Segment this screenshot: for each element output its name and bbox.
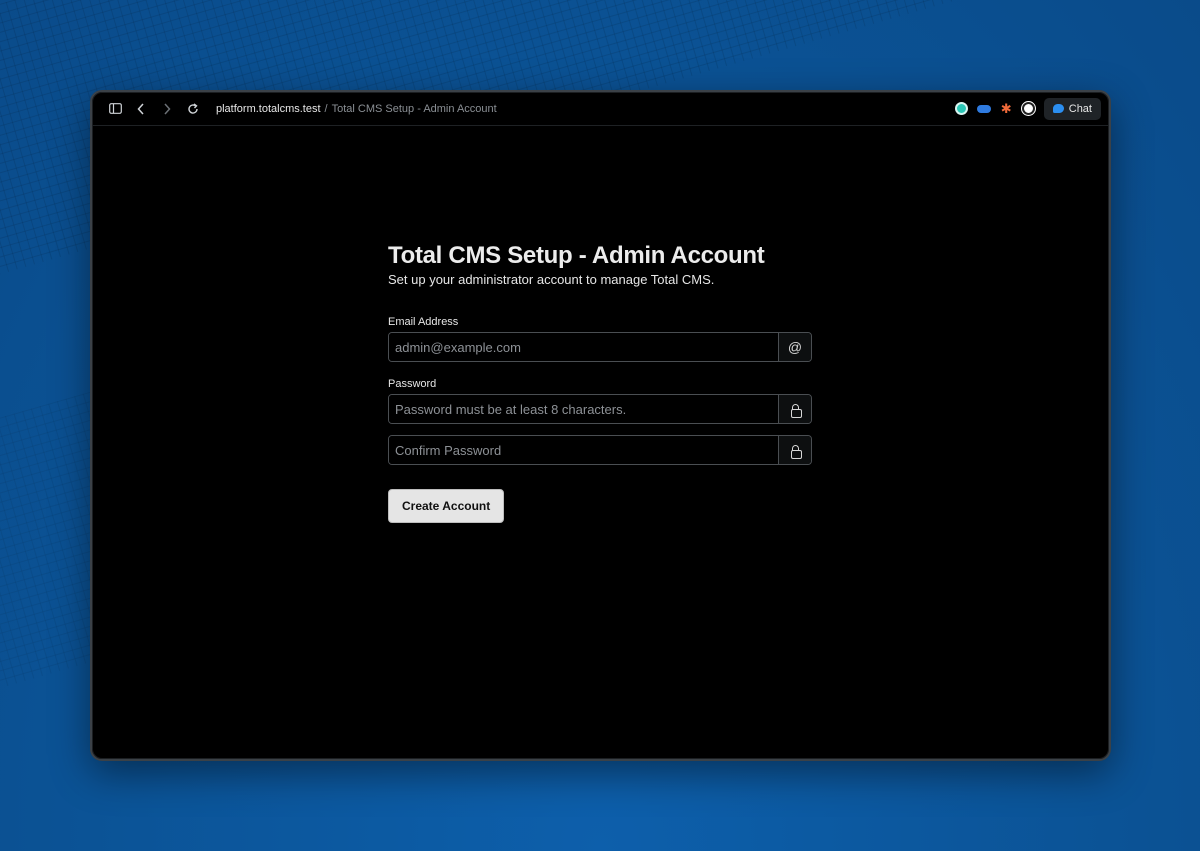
- reload-icon[interactable]: [180, 96, 206, 122]
- email-field-group: @: [388, 332, 812, 362]
- password-field-group: [388, 394, 812, 424]
- email-field[interactable]: [389, 333, 778, 361]
- password-label: Password: [388, 378, 437, 390]
- page-title: Total CMS Setup - Admin Account: [388, 242, 765, 269]
- setup-form: Total CMS Setup - Admin Account Set up y…: [388, 242, 812, 523]
- create-account-button[interactable]: Create Account: [388, 489, 505, 523]
- confirm-password-field[interactable]: [389, 436, 778, 464]
- lock-icon: [778, 436, 811, 464]
- confirm-password-field-group: [388, 435, 812, 465]
- page-subtitle: Set up your administrator account to man…: [388, 272, 715, 287]
- password-field[interactable]: [389, 395, 778, 423]
- chat-button[interactable]: Chat: [1043, 97, 1101, 120]
- tab-title: Total CMS Setup - Admin Account: [331, 102, 497, 115]
- url-separator: /: [324, 102, 328, 115]
- toggle-extension-icon[interactable]: [976, 104, 991, 113]
- browser-toolbar: platform.totalcms.test / Total CMS Setup…: [92, 92, 1109, 126]
- at-icon: @: [778, 333, 811, 361]
- email-label: Email Address: [388, 316, 459, 328]
- url-host: platform.totalcms.test: [216, 102, 321, 115]
- chat-bubble-icon: [1052, 104, 1064, 113]
- browser-window: platform.totalcms.test / Total CMS Setup…: [90, 90, 1111, 761]
- asterisk-extension-icon[interactable]: ✱: [1000, 101, 1013, 116]
- chevron-right-icon[interactable]: [154, 96, 180, 122]
- lock-icon: [778, 395, 811, 423]
- password-manager-icon[interactable]: [1021, 102, 1035, 115]
- extension-icon[interactable]: [954, 102, 968, 115]
- chevron-left-icon[interactable]: [128, 96, 154, 122]
- chat-button-label: Chat: [1068, 102, 1092, 115]
- sidebar-toggle-icon[interactable]: [102, 96, 128, 122]
- address-bar[interactable]: platform.totalcms.test / Total CMS Setup…: [216, 103, 497, 115]
